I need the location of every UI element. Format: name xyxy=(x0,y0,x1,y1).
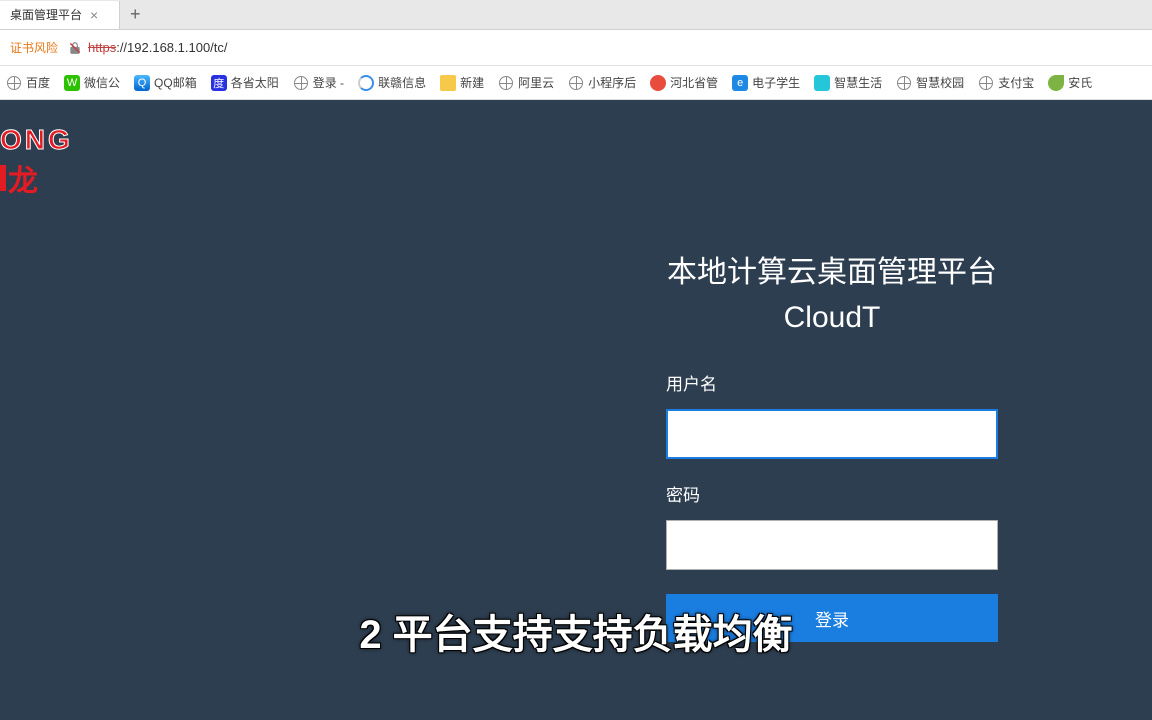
login-panel: 本地计算云桌面管理平台 CloudT 用户名 密码 登录 xyxy=(642,250,1022,642)
cert-warning[interactable]: 证书风险 xyxy=(10,39,58,56)
bookmark-item[interactable]: 登录 - xyxy=(293,74,344,91)
bookmark-label: 阿里云 xyxy=(518,74,554,91)
page-content: ONG 龙 本地计算云桌面管理平台 CloudT 用户名 密码 登录 2 平台支… xyxy=(0,100,1152,720)
bookmark-label: 电子学生 xyxy=(752,74,800,91)
bookmark-label: 百度 xyxy=(26,74,50,91)
bookmark-label: 安氏 xyxy=(1068,74,1092,91)
qq-icon: Q xyxy=(134,75,150,91)
heading-line1: 本地计算云桌面管理平台 xyxy=(642,250,1022,295)
url-rest: ://192.168.1.100/tc/ xyxy=(116,40,227,55)
bookmark-label: 各省太阳 xyxy=(231,74,279,91)
bookmark-label: 微信公 xyxy=(84,74,120,91)
video-caption: 2 平台支持支持负载均衡 xyxy=(359,602,792,660)
url-display[interactable]: https://192.168.1.100/tc/ xyxy=(88,40,228,55)
bookmark-item[interactable]: W微信公 xyxy=(64,74,120,91)
globe-icon xyxy=(6,75,22,91)
bookmark-item[interactable]: 阿里云 xyxy=(498,74,554,91)
url-scheme: https xyxy=(88,40,116,55)
username-label: 用户名 xyxy=(666,370,998,395)
bookmark-label: 联赣信息 xyxy=(378,74,426,91)
bookmark-item[interactable]: 智慧校园 xyxy=(896,74,964,91)
globe-icon xyxy=(896,75,912,91)
browser-tab[interactable]: 桌面管理平台 × xyxy=(0,1,120,29)
bookmark-item[interactable]: 小程序后 xyxy=(568,74,636,91)
login-heading: 本地计算云桌面管理平台 CloudT xyxy=(642,250,1022,340)
address-bar: 证书风险 https://192.168.1.100/tc/ xyxy=(0,30,1152,66)
bookmark-item[interactable]: 百度 xyxy=(6,74,50,91)
bookmark-label: 登录 - xyxy=(313,74,344,91)
app-icon xyxy=(650,75,666,91)
baidu-icon: 度 xyxy=(211,75,227,91)
bookmark-item[interactable]: QQQ邮箱 xyxy=(134,74,197,91)
globe-icon xyxy=(568,75,584,91)
bookmark-item[interactable]: 支付宝 xyxy=(978,74,1034,91)
app-icon xyxy=(814,75,830,91)
bookmark-item[interactable]: 河北省管 xyxy=(650,74,718,91)
bookmark-label: 新建 xyxy=(460,74,484,91)
new-tab-button[interactable]: + xyxy=(130,4,141,25)
heading-line2: CloudT xyxy=(642,295,1022,340)
folder-icon xyxy=(440,75,456,91)
bookmark-item[interactable]: 度各省太阳 xyxy=(211,74,279,91)
logo-text-top: ONG xyxy=(0,124,73,156)
bookmark-label: 小程序后 xyxy=(588,74,636,91)
lock-insecure-icon xyxy=(68,41,82,55)
wechat-icon: W xyxy=(64,75,80,91)
tab-title: 桌面管理平台 xyxy=(10,6,82,23)
bookmark-item[interactable]: e电子学生 xyxy=(732,74,800,91)
password-input[interactable] xyxy=(666,520,998,570)
logo-text-bottom: 龙 xyxy=(0,156,73,200)
globe-icon xyxy=(498,75,514,91)
bookmark-item[interactable]: 智慧生活 xyxy=(814,74,882,91)
bookmark-label: 智慧生活 xyxy=(834,74,882,91)
brand-logo: ONG 龙 xyxy=(0,124,73,200)
bookmarks-bar: 百度 W微信公 QQQ邮箱度各省太阳 登录 - 联赣信息 新建 阿里云 小程序后 河北省管 e电子… xyxy=(0,66,1152,100)
ring-icon xyxy=(358,75,374,91)
app-icon: e xyxy=(732,75,748,91)
bookmark-label: 支付宝 xyxy=(998,74,1034,91)
globe-icon xyxy=(293,75,309,91)
password-label: 密码 xyxy=(666,481,998,506)
close-icon[interactable]: × xyxy=(90,7,98,23)
username-input[interactable] xyxy=(666,409,998,459)
browser-tabs-bar: 桌面管理平台 × + xyxy=(0,0,1152,30)
bookmark-item[interactable]: 新建 xyxy=(440,74,484,91)
bookmark-item[interactable]: 安氏 xyxy=(1048,74,1092,91)
bookmark-label: 智慧校园 xyxy=(916,74,964,91)
globe-icon xyxy=(978,75,994,91)
bookmark-label: 河北省管 xyxy=(670,74,718,91)
bookmark-item[interactable]: 联赣信息 xyxy=(358,74,426,91)
bookmark-label: QQ邮箱 xyxy=(154,74,197,91)
leaf-icon xyxy=(1048,75,1064,91)
